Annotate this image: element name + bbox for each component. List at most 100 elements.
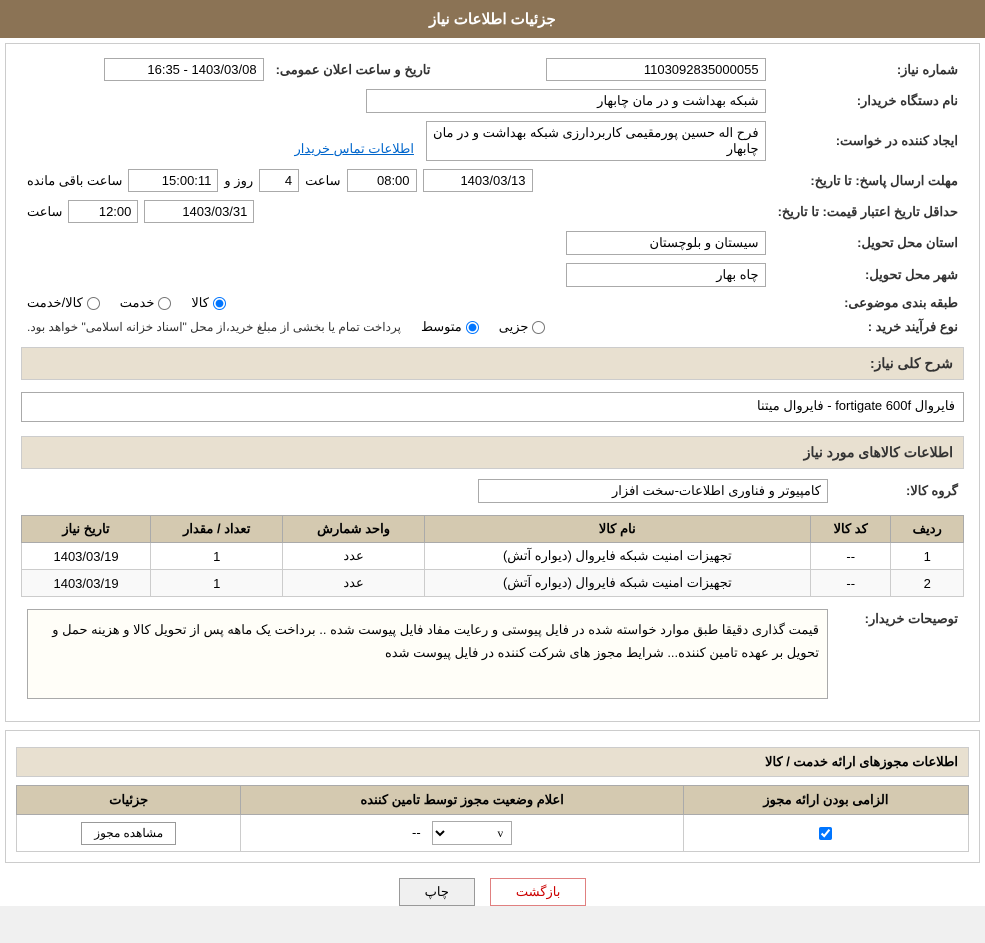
process-cell: پرداخت تمام یا بخشی از مبلغ خرید،از محل … — [21, 315, 772, 339]
category-radio-service[interactable] — [158, 297, 171, 310]
buyer-station-label: نام دستگاه خریدار: — [772, 85, 964, 117]
table-cell: -- — [810, 570, 890, 597]
process-option-partial[interactable]: جزیی — [499, 319, 546, 335]
action-buttons: بازگشت چاپ — [0, 878, 985, 906]
need-number-field: 1103092835000055 — [546, 58, 766, 81]
process-radio-partial[interactable] — [532, 321, 545, 334]
permits-status-select[interactable]: v — [432, 821, 512, 845]
page-wrapper: جزئیات اطلاعات نیاز شماره نیاز: 11030928… — [0, 0, 985, 906]
back-button[interactable]: بازگشت — [490, 878, 586, 906]
process-label-medium: متوسط — [421, 319, 462, 335]
permits-required-checkbox[interactable] — [819, 827, 832, 840]
send-deadline-label: مهلت ارسال پاسخ: تا تاریخ: — [772, 165, 964, 196]
send-days-label: روز و — [224, 173, 253, 189]
city-label: شهر محل تحویل: — [772, 259, 964, 291]
permits-required-cell — [683, 815, 968, 852]
category-radio-goods[interactable] — [213, 297, 226, 310]
send-time-label: ساعت — [305, 173, 340, 189]
table-cell: -- — [810, 543, 890, 570]
need-summary-value-wrapper: فایروال fortigate 600f - فایروال میتنا — [21, 386, 964, 428]
category-label: طبقه بندی موضوعی: — [772, 291, 964, 315]
creator-field: فرح اله حسین پورمقیمی کاربردارزی شبکه به… — [426, 121, 766, 161]
need-summary-section: شرح کلی نیاز: — [21, 347, 964, 380]
process-label: نوع فرآیند خرید : — [772, 315, 964, 339]
page-title: جزئیات اطلاعات نیاز — [0, 0, 985, 38]
price-validity-cell: ساعت 12:00 1403/03/31 — [21, 196, 772, 227]
buyer-notes-field: قیمت گذاری دقیقا طبق موارد خواسته شده در… — [27, 609, 828, 699]
need-number-label: شماره نیاز: — [772, 54, 964, 85]
buyer-notes-cell: قیمت گذاری دقیقا طبق موارد خواسته شده در… — [21, 605, 834, 703]
permits-title: اطلاعات مجوزهای ارائه خدمت / کالا — [16, 747, 969, 777]
category-option-goods-service[interactable]: کالا/خدمت — [27, 295, 100, 311]
category-label-service: خدمت — [120, 295, 155, 311]
process-option-medium[interactable]: متوسط — [421, 319, 479, 335]
col-date: تاریخ نیاز — [22, 516, 151, 543]
goods-group-table: گروه کالا: کامپیوتر و فناوری اطلاعات-سخت… — [21, 475, 964, 507]
send-date-field: 1403/03/13 — [423, 169, 533, 192]
table-cell: تجهیزات امنیت شبکه فایروال (دیواره آتش) — [424, 543, 810, 570]
price-validity-time-field: 12:00 — [68, 200, 138, 223]
goods-group-field: کامپیوتر و فناوری اطلاعات-سخت افزار — [478, 479, 828, 503]
table-cell: 1 — [151, 570, 283, 597]
col-name: نام کالا — [424, 516, 810, 543]
table-cell: عدد — [283, 570, 424, 597]
announce-label: تاریخ و ساعت اعلان عمومی: — [270, 54, 437, 85]
announce-value: 1403/03/08 - 16:35 — [21, 54, 270, 85]
goods-group-label: گروه کالا: — [834, 475, 964, 507]
col-qty: تعداد / مقدار — [151, 516, 283, 543]
need-number-value: 1103092835000055 — [436, 54, 771, 85]
category-label-goods: کالا — [191, 295, 209, 311]
col-code: کد کالا — [810, 516, 890, 543]
send-deadline-cell: ساعت باقی مانده 15:00:11 روز و 4 ساعت 08… — [21, 165, 772, 196]
goods-group-value: کامپیوتر و فناوری اطلاعات-سخت افزار — [21, 475, 834, 507]
creator-label: ایجاد کننده در خواست: — [772, 117, 964, 165]
col-unit: واحد شمارش — [283, 516, 424, 543]
announce-field: 1403/03/08 - 16:35 — [104, 58, 264, 81]
table-cell: 1 — [151, 543, 283, 570]
table-row: 1--تجهیزات امنیت شبکه فایروال (دیواره آت… — [22, 543, 964, 570]
remaining-label: ساعت باقی مانده — [27, 173, 122, 189]
info-table: شماره نیاز: 1103092835000055 تاریخ و ساع… — [21, 54, 964, 339]
view-permit-button[interactable]: مشاهده مجوز — [81, 822, 176, 845]
goods-section-title: اطلاعات کالاهای مورد نیاز — [21, 436, 964, 469]
permits-details-cell: مشاهده مجوز — [17, 815, 241, 852]
table-cell: 2 — [891, 570, 964, 597]
province-label: استان محل تحویل: — [772, 227, 964, 259]
category-radio-goods-service[interactable] — [87, 297, 100, 310]
need-summary-field: فایروال fortigate 600f - فایروال میتنا — [21, 392, 964, 422]
table-cell: 1403/03/19 — [22, 543, 151, 570]
need-summary-label: شرح کلی نیاز: — [870, 355, 953, 371]
permits-checkbox-wrapper — [692, 827, 960, 840]
contact-link[interactable]: اطلاعات تماس خریدار — [295, 141, 414, 156]
buyer-notes-table: توصیحات خریدار: قیمت گذاری دقیقا طبق موا… — [21, 605, 964, 703]
category-option-goods[interactable]: کالا — [191, 295, 226, 311]
price-validity-date-field: 1403/03/31 — [144, 200, 254, 223]
province-cell: سیستان و بلوچستان — [21, 227, 772, 259]
price-validity-time-label: ساعت — [27, 204, 62, 220]
permits-col-details: جزئیات — [17, 786, 241, 815]
table-row: 2--تجهیزات امنیت شبکه فایروال (دیواره آت… — [22, 570, 964, 597]
creator-cell: فرح اله حسین پورمقیمی کاربردارزی شبکه به… — [21, 117, 772, 165]
table-cell: 1 — [891, 543, 964, 570]
buyer-station-field: شبکه بهداشت و در مان چابهار — [366, 89, 766, 113]
province-field: سیستان و بلوچستان — [566, 231, 766, 255]
category-cell: کالا/خدمت خدمت کالا — [21, 291, 772, 315]
send-time-field: 08:00 — [347, 169, 417, 192]
process-description: پرداخت تمام یا بخشی از مبلغ خرید،از محل … — [27, 320, 401, 334]
permits-status-cell: v -- — [241, 815, 683, 852]
send-days-field: 4 — [259, 169, 299, 192]
main-content: شماره نیاز: 1103092835000055 تاریخ و ساع… — [5, 43, 980, 722]
goods-table: ردیف کد کالا نام کالا واحد شمارش تعداد /… — [21, 515, 964, 597]
table-cell: 1403/03/19 — [22, 570, 151, 597]
permits-col-required: الزامی بودن ارائه مجوز — [683, 786, 968, 815]
permits-row: v -- مشاهده مجوز — [17, 815, 969, 852]
city-cell: چاه بهار — [21, 259, 772, 291]
permits-section: اطلاعات مجوزهای ارائه خدمت / کالا الزامی… — [5, 730, 980, 863]
print-button[interactable]: چاپ — [399, 878, 475, 906]
category-option-service[interactable]: خدمت — [120, 295, 172, 311]
col-row: ردیف — [891, 516, 964, 543]
permits-table: الزامی بودن ارائه مجوز اعلام وضعیت مجوز … — [16, 785, 969, 852]
process-radio-medium[interactable] — [466, 321, 479, 334]
table-cell: عدد — [283, 543, 424, 570]
remaining-time-field: 15:00:11 — [128, 169, 218, 192]
